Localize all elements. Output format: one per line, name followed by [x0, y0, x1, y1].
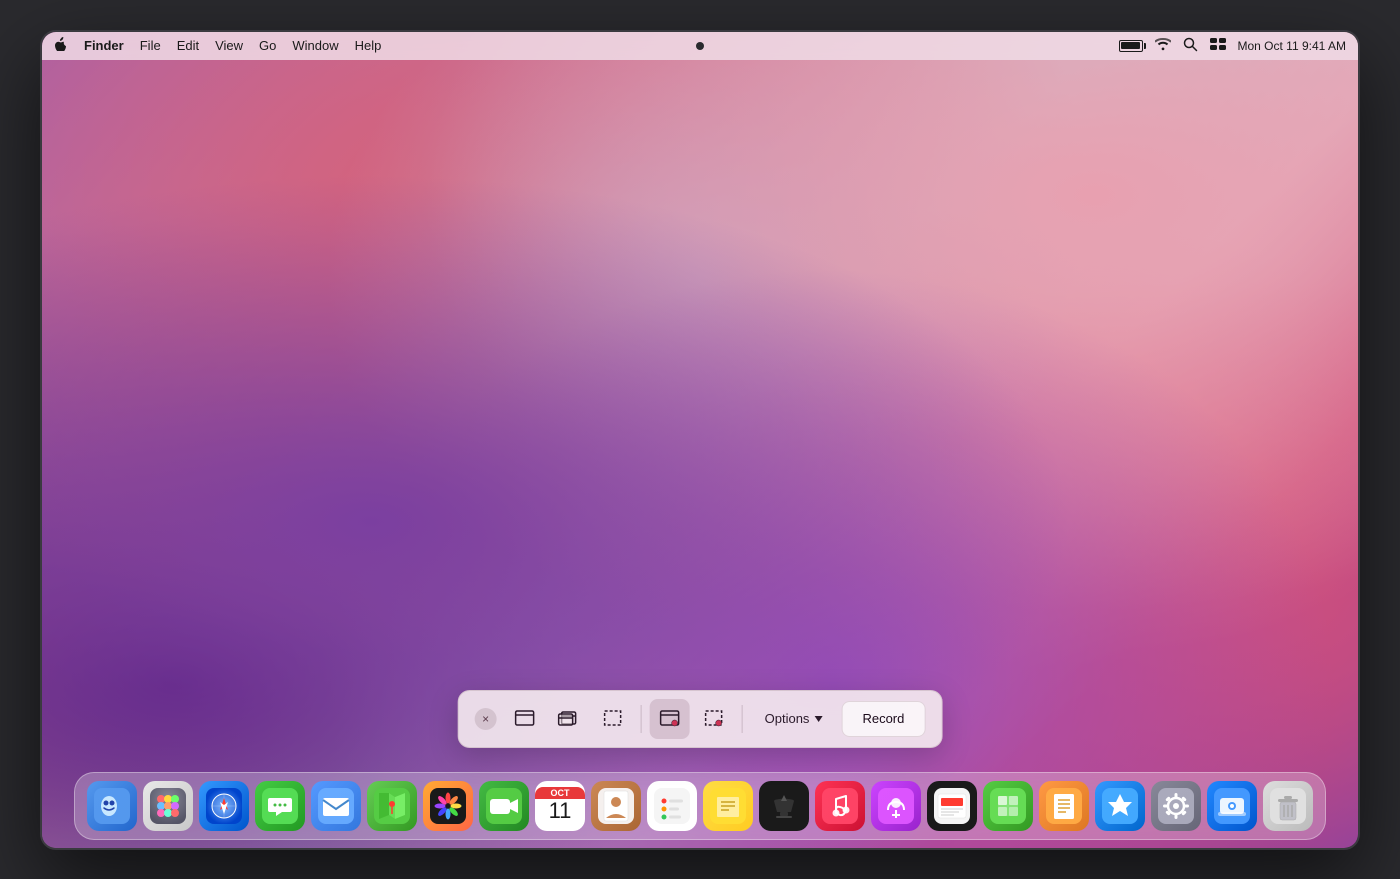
dock-maps[interactable] [367, 781, 417, 831]
apple-menu-icon[interactable] [54, 37, 68, 54]
dock-system-preferences[interactable] [1151, 781, 1201, 831]
view-menu[interactable]: View [215, 38, 243, 53]
dock-photos[interactable] [423, 781, 473, 831]
control-center-icon[interactable] [1210, 38, 1226, 53]
mac-frame: Finder File Edit View Go Window Help [40, 30, 1360, 850]
record-selection-button[interactable] [694, 699, 734, 739]
dock-calendar[interactable]: OCT 11 [535, 781, 585, 831]
dock-facetime[interactable] [479, 781, 529, 831]
dock-podcasts[interactable] [871, 781, 921, 831]
dock-numbers[interactable] [983, 781, 1033, 831]
dock-reminders[interactable] [647, 781, 697, 831]
battery-fill [1121, 42, 1140, 49]
battery-indicator [1119, 40, 1143, 52]
battery-body [1119, 40, 1143, 52]
dock-notes[interactable] [703, 781, 753, 831]
go-menu[interactable]: Go [259, 38, 276, 53]
dock-launchpad[interactable] [143, 781, 193, 831]
dock-safari[interactable] [199, 781, 249, 831]
dock-appletv[interactable] [759, 781, 809, 831]
spotlight-search-icon[interactable] [1183, 37, 1198, 55]
dock-appstore[interactable] [1095, 781, 1145, 831]
file-menu[interactable]: File [140, 38, 161, 53]
finder-menu[interactable]: Finder [84, 38, 124, 53]
help-menu[interactable]: Help [355, 38, 382, 53]
toolbar-divider-2 [742, 705, 743, 733]
dock: OCT 11 [74, 772, 1326, 840]
screenshot-window-button[interactable] [549, 699, 589, 739]
menubar-left: Finder File Edit View Go Window Help [54, 37, 381, 54]
clock-display: Mon Oct 11 9:41 AM [1238, 39, 1347, 53]
menubar-right: Mon Oct 11 9:41 AM [1119, 37, 1347, 55]
screenshot-selection-button[interactable] [593, 699, 633, 739]
toolbar-close-button[interactable]: × [475, 708, 497, 730]
toolbar-divider [641, 705, 642, 733]
dock-music[interactable] [815, 781, 865, 831]
dock-screentime[interactable] [1207, 781, 1257, 831]
options-label: Options [765, 711, 810, 726]
window-menu[interactable]: Window [292, 38, 338, 53]
screenshot-fullscreen-button[interactable] [505, 699, 545, 739]
dock-mail[interactable] [311, 781, 361, 831]
dock-pages[interactable] [1039, 781, 1089, 831]
screen: Finder File Edit View Go Window Help [42, 32, 1358, 848]
record-fullscreen-button[interactable] [650, 699, 690, 739]
options-button[interactable]: Options [751, 701, 838, 737]
dock-messages[interactable] [255, 781, 305, 831]
calendar-day: 11 [549, 799, 572, 823]
screenshot-toolbar: × [458, 690, 943, 748]
dock-news[interactable] [927, 781, 977, 831]
dock-contacts[interactable] [591, 781, 641, 831]
dock-trash[interactable] [1263, 781, 1313, 831]
wifi-icon[interactable] [1155, 38, 1171, 54]
record-button[interactable]: Record [841, 701, 925, 737]
edit-menu[interactable]: Edit [177, 38, 199, 53]
camera-notch [696, 42, 704, 50]
calendar-date-display: OCT 11 [535, 787, 585, 823]
dock-finder[interactable] [87, 781, 137, 831]
